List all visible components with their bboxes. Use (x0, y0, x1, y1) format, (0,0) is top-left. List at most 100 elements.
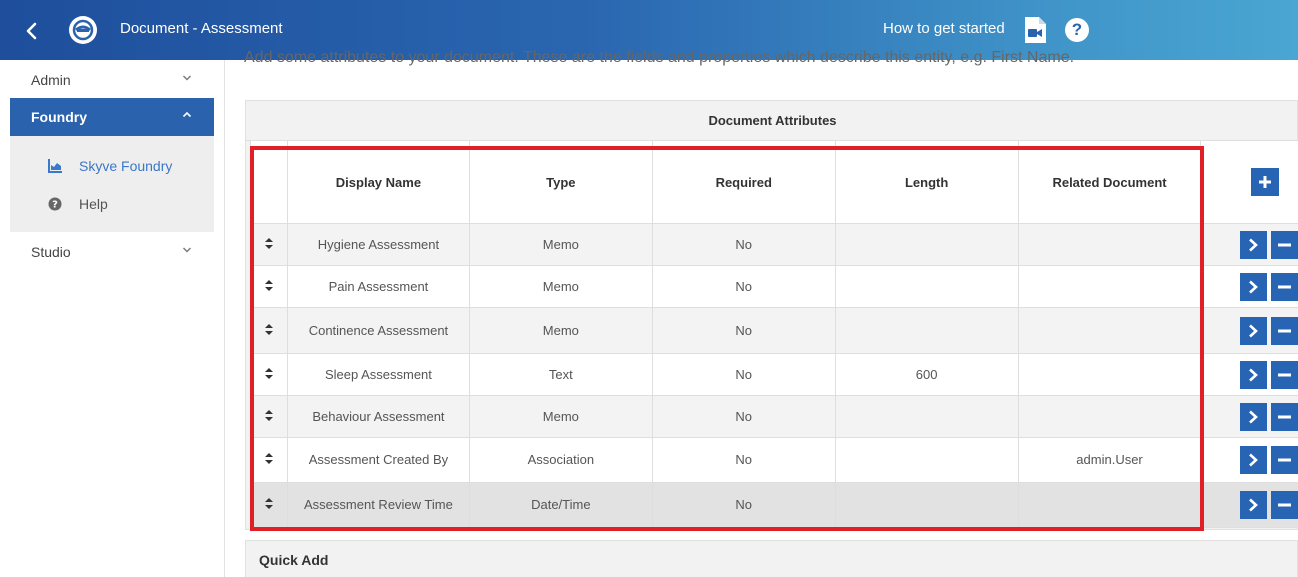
row-actions (1200, 482, 1298, 528)
cell-type: Memo (468, 395, 653, 438)
cell-length: 600 (834, 353, 1019, 396)
attributes-table: Display Name Type Required Length Relate… (250, 140, 1298, 528)
cell-display-name: Assessment Review Time (286, 482, 470, 528)
row-actions (1200, 223, 1298, 266)
sort-column-header (250, 140, 288, 224)
table-row[interactable]: Behaviour Assessment Memo No (250, 395, 1298, 438)
sidebar-item-admin[interactable]: Admin (10, 61, 214, 99)
row-actions (1200, 353, 1298, 396)
table-row[interactable]: Hygiene Assessment Memo No (250, 223, 1298, 266)
sort-icon (264, 323, 273, 335)
sort-icon (264, 409, 273, 421)
remove-attribute-button[interactable] (1271, 491, 1298, 519)
cell-type: Association (468, 437, 653, 483)
table-row[interactable]: Continence Assessment Memo No (250, 307, 1298, 354)
foundry-submenu: Skyve Foundry ? Help (10, 136, 214, 232)
drag-handle[interactable] (250, 265, 288, 308)
how-to-get-started-link[interactable]: How to get started (883, 20, 1005, 37)
chevron-right-icon (1249, 324, 1258, 337)
sidebar-item-foundry[interactable]: Foundry (10, 98, 214, 136)
minus-icon (1278, 329, 1291, 332)
quick-add-section[interactable]: Quick Add (245, 540, 1298, 577)
chevron-right-icon (1249, 410, 1258, 423)
minus-icon (1278, 503, 1291, 507)
add-attribute-button[interactable] (1251, 168, 1279, 196)
cell-display-name: Sleep Assessment (286, 353, 470, 396)
edit-attribute-button[interactable] (1240, 402, 1267, 431)
drag-handle[interactable] (250, 223, 288, 266)
cell-type: Text (468, 353, 653, 396)
cell-length (834, 307, 1019, 354)
edit-attribute-button[interactable] (1240, 316, 1267, 345)
minus-icon (1278, 458, 1291, 462)
remove-attribute-button[interactable] (1271, 360, 1298, 389)
chevron-right-icon (1249, 453, 1258, 467)
cell-length (834, 265, 1019, 308)
plus-icon (1259, 176, 1271, 188)
cell-display-name: Hygiene Assessment (286, 223, 470, 266)
chevron-down-icon (183, 75, 191, 81)
drag-handle[interactable] (250, 307, 288, 354)
drag-handle[interactable] (250, 353, 288, 396)
video-file-icon[interactable] (1023, 16, 1047, 44)
sidebar-item-label: Help (79, 196, 108, 212)
column-header-related-document[interactable]: Related Document (1017, 140, 1202, 224)
sidebar-item-label: Studio (31, 244, 71, 260)
back-arrow-icon[interactable] (18, 18, 44, 44)
cell-related (1017, 307, 1202, 354)
table-row[interactable]: Sleep Assessment Text No 600 (250, 353, 1298, 396)
column-header-length[interactable]: Length (834, 140, 1019, 224)
help-question-icon[interactable]: ? (1065, 18, 1089, 42)
cell-display-name: Behaviour Assessment (286, 395, 470, 438)
drag-handle[interactable] (250, 437, 288, 483)
cell-display-name: Assessment Created By (286, 437, 470, 483)
table-row[interactable]: Assessment Review Time Date/Time No (250, 482, 1298, 528)
edit-attribute-button[interactable] (1240, 230, 1267, 259)
cell-related (1017, 353, 1202, 396)
panel-title: Document Attributes (246, 101, 1298, 141)
cell-required: No (651, 307, 836, 354)
row-actions (1200, 307, 1298, 354)
edit-attribute-button[interactable] (1240, 491, 1267, 519)
sidebar-item-skyve-foundry[interactable]: Skyve Foundry (10, 147, 214, 185)
cell-required: No (651, 223, 836, 266)
cell-length (834, 223, 1019, 266)
remove-attribute-button[interactable] (1271, 402, 1298, 431)
cell-related (1017, 482, 1202, 528)
edit-attribute-button[interactable] (1240, 272, 1267, 301)
chevron-right-icon (1249, 280, 1258, 293)
table-row[interactable]: Assessment Created By Association No admin.… (250, 437, 1298, 483)
cell-required: No (651, 353, 836, 396)
chart-icon (48, 159, 62, 173)
cell-type: Memo (468, 307, 653, 354)
cell-related (1017, 265, 1202, 308)
remove-attribute-button[interactable] (1271, 446, 1298, 474)
table-row[interactable]: Pain Assessment Memo No (250, 265, 1298, 308)
minus-icon (1278, 373, 1291, 376)
remove-attribute-button[interactable] (1271, 272, 1298, 301)
drag-handle[interactable] (250, 482, 288, 528)
cell-related: admin.User (1017, 437, 1202, 483)
row-actions (1200, 395, 1298, 438)
column-header-required[interactable]: Required (651, 140, 836, 224)
column-header-type[interactable]: Type (468, 140, 653, 224)
cell-type: Memo (468, 265, 653, 308)
edit-attribute-button[interactable] (1240, 360, 1267, 389)
remove-attribute-button[interactable] (1271, 316, 1298, 345)
sidebar-item-label: Skyve Foundry (79, 158, 173, 174)
drag-handle[interactable] (250, 395, 288, 438)
cell-related (1017, 395, 1202, 438)
remove-attribute-button[interactable] (1271, 230, 1298, 259)
minus-icon (1278, 285, 1291, 288)
svg-text:?: ? (52, 200, 58, 211)
sidebar-item-studio[interactable]: Studio (10, 233, 214, 271)
edit-attribute-button[interactable] (1240, 446, 1267, 474)
sort-icon (264, 279, 273, 291)
sort-icon (264, 453, 273, 464)
sidebar-item-label: Foundry (31, 109, 87, 125)
chevron-right-icon (1249, 368, 1258, 381)
cell-display-name: Continence Assessment (286, 307, 470, 354)
column-header-display-name[interactable]: Display Name (286, 140, 470, 224)
sidebar-item-help[interactable]: ? Help (10, 185, 214, 223)
minus-icon (1278, 243, 1291, 246)
